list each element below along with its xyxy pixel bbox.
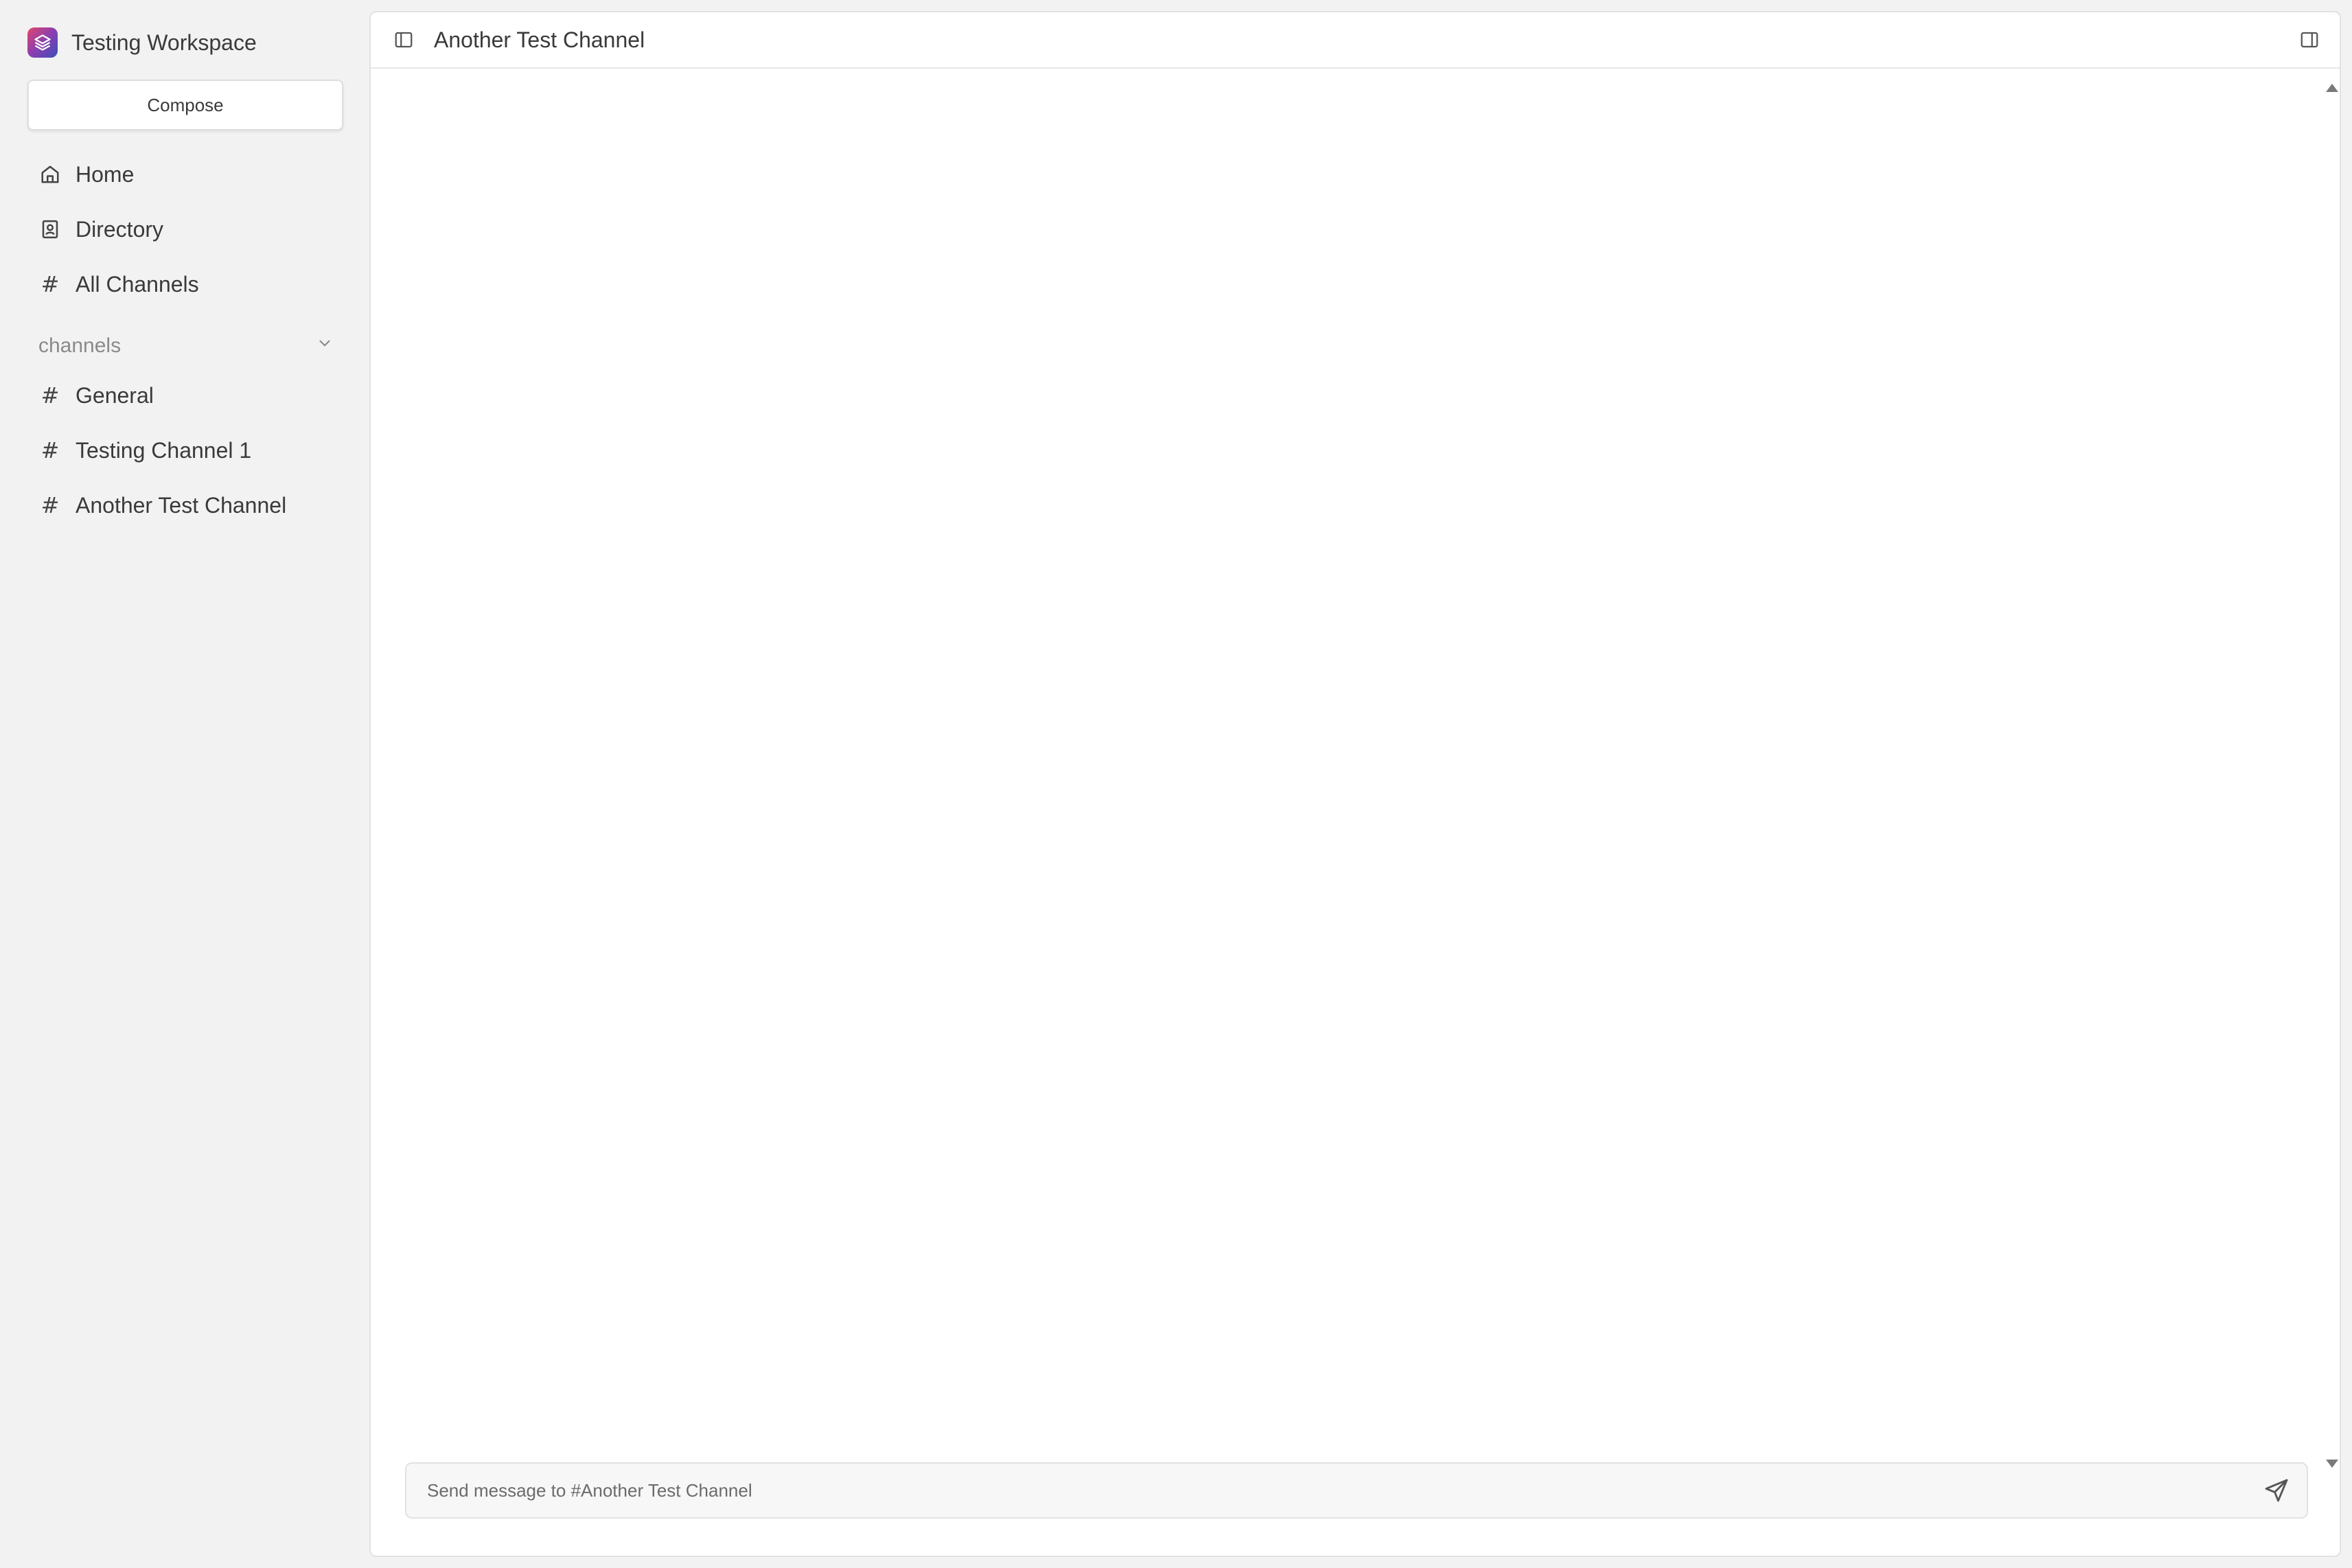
nav-item-label: All Channels <box>76 271 199 297</box>
nav-item-label: Directory <box>76 216 164 242</box>
channel-label: Testing Channel 1 <box>76 437 252 463</box>
primary-nav: Home Directory # All Channels <box>27 147 343 312</box>
sidebar-right-icon[interactable] <box>2297 27 2322 52</box>
channel-header: Another Test Channel <box>371 12 2340 69</box>
message-input[interactable] <box>406 1464 2256 1517</box>
workspace-switcher[interactable]: Testing Workspace <box>27 26 257 59</box>
chevron-down-icon <box>316 334 334 358</box>
channel-item-another-test-channel[interactable]: # Another Test Channel <box>27 478 343 533</box>
nav-item-directory[interactable]: Directory <box>27 202 343 257</box>
workspace-name: Testing Workspace <box>71 30 257 55</box>
nav-item-label: Home <box>76 161 135 187</box>
channel-label: General <box>76 382 154 408</box>
hash-icon: # <box>41 271 60 297</box>
scroll-down-icon[interactable] <box>2326 1460 2338 1468</box>
channel-item-general[interactable]: # General <box>27 368 343 423</box>
hash-icon: # <box>41 382 60 408</box>
compose-button[interactable]: Compose <box>27 80 343 130</box>
scroll-up-icon[interactable] <box>2326 84 2338 92</box>
sidebar-left-icon[interactable] <box>391 27 416 52</box>
message-scrollbar[interactable] <box>2320 70 2340 1471</box>
channel-title: Another Test Channel <box>434 27 645 52</box>
send-icon[interactable] <box>2256 1470 2297 1511</box>
channels-section-toggle[interactable]: channels <box>27 328 343 364</box>
hash-icon: # <box>41 437 60 463</box>
message-list[interactable] <box>371 70 2340 1464</box>
channel-panel: Another Test Channel <box>369 11 2341 1557</box>
channel-label: Another Test Channel <box>76 492 287 518</box>
sidebar: Testing Workspace Compose Home Directory <box>0 0 369 1568</box>
layers-icon <box>27 27 58 58</box>
hash-icon: # <box>41 492 60 518</box>
channel-item-testing-channel-1[interactable]: # Testing Channel 1 <box>27 423 343 478</box>
section-label: channels <box>38 334 122 357</box>
nav-item-home[interactable]: Home <box>27 147 343 202</box>
channel-list: # General # Testing Channel 1 # Another … <box>27 368 343 533</box>
message-composer <box>405 1462 2308 1519</box>
home-icon <box>38 163 62 186</box>
nav-item-all-channels[interactable]: # All Channels <box>27 257 343 312</box>
contact-book-icon <box>38 218 62 241</box>
